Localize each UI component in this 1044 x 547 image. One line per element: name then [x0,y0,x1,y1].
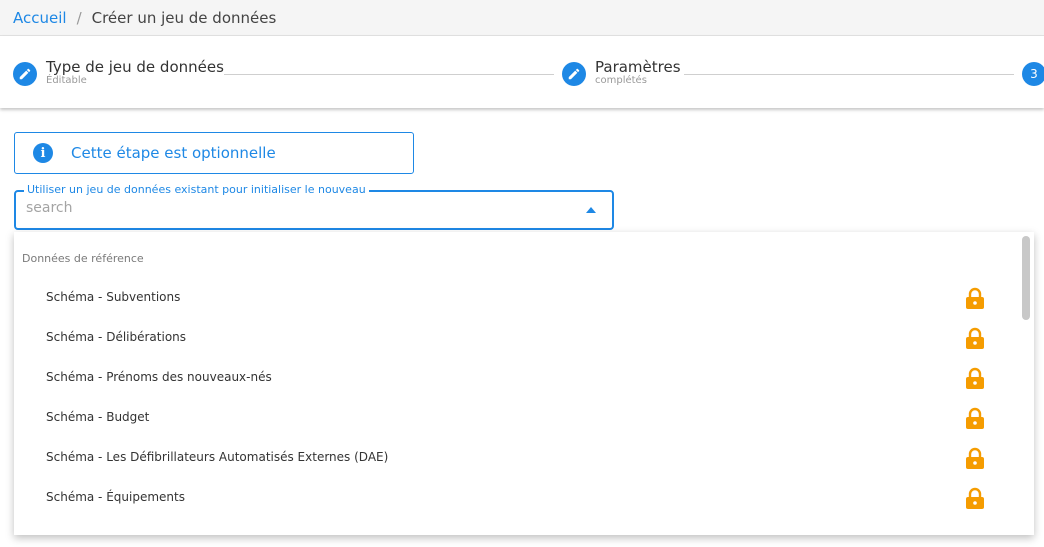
group-header: Données de référence [22,252,144,265]
existing-dataset-select[interactable]: Utiliser un jeu de données existant pour… [14,183,614,230]
lock-icon [966,287,984,309]
lock-icon [966,447,984,469]
breadcrumb: Accueil / Créer un jeu de données [0,0,1044,36]
lock-icon [966,487,984,509]
pencil-icon [13,62,37,86]
step-connector [224,74,554,75]
info-icon: i [33,143,53,163]
option-deliberations[interactable]: Schéma - Délibérations [14,317,1014,357]
search-input[interactable] [26,200,566,216]
select-label: Utiliser un jeu de données existant pour… [24,183,369,196]
option-equipements[interactable]: Schéma - Équipements [14,477,1014,517]
optional-step-info: i Cette étape est optionnelle [14,132,414,174]
option-budget[interactable]: Schéma - Budget [14,397,1014,437]
breadcrumb-current: Créer un jeu de données [91,8,277,27]
step-subtitle: complétés [595,75,647,86]
dataset-dropdown: Données de référence Schéma - Subvention… [14,232,1034,535]
pencil-icon [562,62,586,86]
info-text: Cette étape est optionnelle [71,144,276,162]
option-prenoms[interactable]: Schéma - Prénoms des nouveaux-nés [14,357,1014,397]
option-dae[interactable]: Schéma - Les Défibrillateurs Automatisés… [14,437,1014,477]
option-label: Schéma - Budget [46,410,150,424]
step-connector [684,74,1014,75]
lock-icon [966,367,984,389]
scrollbar-thumb[interactable] [1022,236,1030,320]
breadcrumb-home-link[interactable]: Accueil [13,9,67,27]
option-subventions[interactable]: Schéma - Subventions [14,277,1014,317]
step-parameters[interactable]: Paramètres complétés [562,60,681,86]
lock-icon [966,407,984,429]
caret-up-icon[interactable] [586,207,596,213]
option-label: Schéma - Équipements [46,490,185,504]
option-label: Schéma - Délibérations [46,330,187,344]
step-title: Paramètres [595,58,681,76]
step-subtitle: Éditable [46,75,87,86]
breadcrumb-separator: / [76,8,82,27]
option-label: Schéma - Subventions [46,290,181,304]
step-title: Type de jeu de données [46,58,224,76]
stepper: Type de jeu de données Éditable Paramètr… [0,36,1044,108]
dropdown-scrollbar[interactable] [1020,232,1034,535]
lock-icon [966,327,984,349]
step-3-number[interactable]: 3 [1022,62,1044,86]
step-dataset-type[interactable]: Type de jeu de données Éditable [13,60,224,86]
option-label: Schéma - Les Défibrillateurs Automatisés… [46,450,389,464]
option-label: Schéma - Prénoms des nouveaux-nés [46,370,272,384]
